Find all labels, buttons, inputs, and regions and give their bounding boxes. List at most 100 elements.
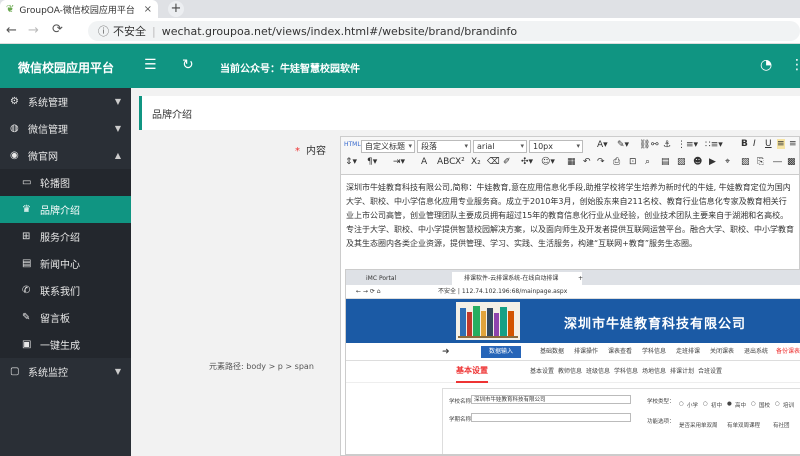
gear-icon: ⚙ — [10, 96, 19, 107]
sidebar-item-monitor[interactable]: ▢ 系统监控 ▼ — [0, 358, 131, 385]
leaf-icon: ❦ — [6, 3, 15, 15]
main-content: 品牌介绍 *内容 HTML 自定义标题 段落 arial 10px A▾ ✎▾ … — [131, 88, 800, 456]
table-icon[interactable]: ▦ — [567, 157, 576, 167]
url-text: wechat.groupoa.net/views/index.html#/web… — [161, 24, 518, 38]
anchor-icon[interactable]: ⚓ — [663, 140, 671, 150]
editor-element-path: 元素路径: body > p > span — [209, 362, 314, 371]
insert-image-icon[interactable]: ▨ — [741, 157, 750, 167]
sidebar-item-guestbook[interactable]: ✎ 留言板 — [0, 304, 131, 331]
underline-icon[interactable]: U — [765, 139, 772, 149]
paragraph-format-icon[interactable]: ¶▾ — [367, 157, 377, 167]
palette-icon[interactable]: ◔ — [760, 57, 772, 73]
preview-icon[interactable]: ⊡ — [629, 157, 637, 167]
sidebar-item-wechat[interactable]: ◍ 微信管理 ▼ — [0, 115, 131, 142]
font-select[interactable]: arial — [473, 140, 527, 153]
tab-title: GroupOA-微信校园应用平台 — [19, 5, 135, 16]
paragraph-select[interactable]: 段落 — [417, 140, 471, 153]
highlight-icon[interactable]: ✎▾ — [617, 140, 629, 150]
size-select[interactable]: 10px — [529, 140, 583, 153]
app-header: 微信校园应用平台 ☰ ↻ 当前公众号：牛娃智慧校园软件 ◔ ⋮ — [0, 44, 800, 88]
subscript-icon[interactable]: X₂ — [471, 157, 481, 167]
undo-icon[interactable]: ↶ — [583, 157, 591, 167]
sidebar: ⚙ 系统管理 ▼ ◍ 微信管理 ▼ ◉ 微官网 ▲ ▭ 轮播图 ♛ 品牌介绍 ⊞… — [0, 88, 131, 456]
map-icon[interactable]: ⌖ — [725, 157, 730, 167]
sidebar-item-microsite[interactable]: ◉ 微官网 ▲ — [0, 142, 131, 169]
back-arrow-icon[interactable]: ← — [6, 23, 17, 38]
sidebar-item-service[interactable]: ⊞ 服务介绍 — [0, 223, 131, 250]
sidebar-item-contact[interactable]: ✆ 联系我们 — [0, 277, 131, 304]
sidebar-item-label: 一键生成 — [40, 341, 80, 352]
link-icon[interactable]: ⛓ — [639, 140, 650, 150]
settings-icon[interactable]: ⋮ — [790, 57, 800, 73]
embedded-banner: 深圳市牛娃教育科技有限公司 — [346, 299, 800, 343]
sidebar-item-news[interactable]: ▤ 新闻中心 — [0, 250, 131, 277]
html-source-button[interactable]: HTML — [344, 141, 361, 148]
page-title: 品牌介绍 — [139, 96, 800, 130]
unlink-icon[interactable]: ⚯ — [651, 140, 659, 150]
video-icon[interactable]: ▶ — [709, 157, 716, 167]
reload-icon[interactable]: ⟳ — [52, 22, 63, 37]
select-all-icon[interactable]: ▤ — [661, 157, 670, 167]
new-tab-button[interactable]: + — [168, 1, 184, 17]
redo-icon[interactable]: ↷ — [597, 157, 605, 167]
sidebar-item-label: 轮播图 — [40, 179, 70, 190]
rich-text-editor[interactable]: HTML 自定义标题 段落 arial 10px A▾ ✎▾ ⛓ ⚯ ⚓ ⋮≡▾… — [340, 136, 800, 456]
company-name: 深圳市牛娃教育科技有限公司 — [564, 317, 747, 332]
menu-toggle-icon[interactable]: ☰ — [144, 57, 157, 73]
embedded-new-tab: + — [578, 275, 584, 282]
embedded-tab: iMC Portal — [354, 272, 449, 285]
address-bar: ← → ⟳ ⓘ 不安全 | wechat.groupoa.net/views/i… — [0, 18, 800, 44]
current-account: 当前公众号：牛娃智慧校园软件 — [220, 64, 360, 75]
print-icon[interactable]: ⎙ — [613, 157, 620, 167]
ordered-list-icon[interactable]: ⋮≡▾ — [677, 140, 698, 150]
sidebar-item-system[interactable]: ⚙ 系统管理 ▼ — [0, 88, 131, 115]
emoticon-icon[interactable]: ☺▾ — [541, 157, 555, 167]
font-color-icon[interactable]: A▾ — [597, 140, 608, 150]
sidebar-item-label: 微官网 — [28, 152, 58, 163]
url-field[interactable]: ⓘ 不安全 | wechat.groupoa.net/views/index.h… — [88, 21, 800, 41]
sidebar-item-label: 服务介绍 — [40, 233, 80, 244]
clear-format-icon[interactable]: A — [421, 157, 427, 167]
sidebar-item-generate[interactable]: ▣ 一键生成 — [0, 331, 131, 358]
smiley-icon[interactable]: ☻ — [693, 157, 702, 167]
horizontal-rule-icon[interactable]: ― — [773, 157, 782, 167]
forward-arrow-icon[interactable]: → — [28, 23, 39, 38]
line-height-icon[interactable]: ⇕▾ — [345, 157, 357, 167]
embedded-tab-bar: iMC Portal 排课软件-云排课系统-在线自动排课 + — [346, 270, 800, 285]
align-center-icon[interactable]: ≡ — [789, 139, 797, 149]
sidebar-item-carousel[interactable]: ▭ 轮播图 — [0, 169, 131, 196]
embedded-nav-icons: ← → ⟳ ⌂ — [356, 288, 381, 295]
arrow-icon: ➜ — [442, 347, 450, 357]
custom-title-select[interactable]: 自定义标题 — [361, 140, 415, 153]
embedded-form: 学校名称： 深圳市牛娃教育科技有限公司 学期名称： 学校类型： ○ 小学 ○ 初中 … — [442, 388, 800, 454]
sidebar-item-label: 品牌介绍 — [40, 206, 80, 217]
image-icon[interactable]: ▧ — [677, 157, 686, 167]
brush-icon[interactable]: ✐ — [503, 157, 511, 167]
slideshow-icon: ▭ — [22, 177, 32, 188]
browser-tab[interactable]: ❦ GroupOA-微信校园应用平台 × — [0, 0, 158, 18]
align-left-icon[interactable]: ≡ — [777, 139, 785, 149]
search-icon[interactable]: ⌕ — [645, 157, 650, 167]
date-icon[interactable]: ▩ — [787, 157, 796, 167]
format-painter-icon[interactable]: ⌫ — [487, 157, 500, 167]
caret-down-icon: ▼ — [114, 124, 121, 133]
superscript-icon[interactable]: X² — [455, 157, 465, 167]
unordered-list-icon[interactable]: ∷≡▾ — [705, 140, 723, 150]
editor-toolbar: HTML 自定义标题 段落 arial 10px A▾ ✎▾ ⛓ ⚯ ⚓ ⋮≡▾… — [341, 137, 799, 175]
italic-icon[interactable]: I — [753, 139, 756, 149]
pencil-icon: ✎ — [22, 312, 31, 323]
bold-icon[interactable]: B — [741, 139, 748, 149]
phone-icon: ✆ — [22, 285, 31, 296]
editor-content[interactable]: 深圳市牛娃教育科技有限公司,简称：牛娃教育,意在应用信息化手段,助推学校将学生培… — [341, 175, 799, 271]
wechat-icon: ◍ — [10, 123, 19, 134]
indent-icon[interactable]: ⇥▾ — [393, 157, 405, 167]
refresh-icon[interactable]: ↻ — [182, 57, 194, 73]
code-icon[interactable]: ✣▾ — [521, 157, 533, 167]
close-icon[interactable]: × — [144, 4, 152, 15]
attachment-icon[interactable]: ⎘ — [757, 157, 764, 167]
strikethrough-icon[interactable]: ABC — [437, 157, 455, 167]
sidebar-item-brand[interactable]: ♛ 品牌介绍 — [0, 196, 131, 223]
sidebar-item-label: 联系我们 — [40, 287, 80, 298]
monitor-icon: ▢ — [10, 366, 20, 377]
basic-settings-tab: 基本设置 — [456, 361, 488, 383]
